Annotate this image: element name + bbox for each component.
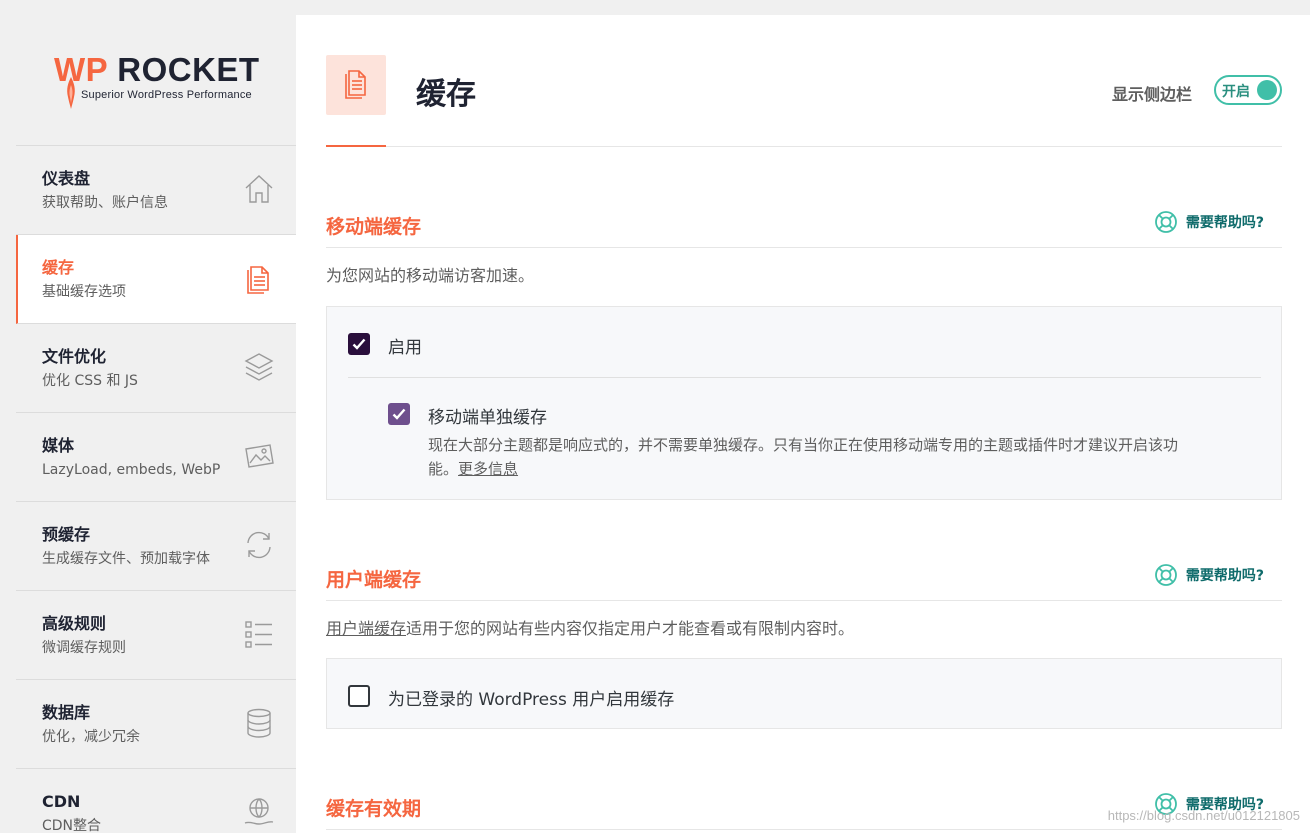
- check-icon: [392, 408, 406, 420]
- description-line: 能。更多信息: [428, 457, 1248, 481]
- watermark: https://blog.csdn.net/u012121805: [1107, 808, 1300, 823]
- document-icon: [247, 266, 269, 294]
- database-icon: [247, 708, 271, 738]
- sidebar-toggle-label: 显示侧边栏: [1111, 85, 1192, 104]
- user-cache-term-link[interactable]: 用户端缓存: [326, 619, 406, 638]
- logo-tagline: Superior WordPress Performance: [81, 89, 252, 101]
- rocket-flame-icon: [67, 77, 75, 109]
- main-panel: 缓存 显示侧边栏 开启 移动端缓存 需要帮助吗? 为您网站的移动端访客加速。 启…: [296, 15, 1310, 833]
- help-link[interactable]: 需要帮助吗?: [1154, 563, 1264, 587]
- separate-mobile-cache-label: 移动端单独缓存: [428, 408, 547, 428]
- section-mobile-cache-header: 移动端缓存 需要帮助吗?: [326, 208, 1282, 248]
- sidebar-item-cdn[interactable]: CDN CDN整合: [16, 769, 296, 833]
- section-user-cache-header: 用户端缓存 需要帮助吗?: [326, 561, 1282, 601]
- sidebar-item-database[interactable]: 数据库 优化，减少冗余: [16, 680, 296, 769]
- divider: [348, 377, 1261, 378]
- description-text: 能。: [428, 460, 459, 478]
- lifebuoy-icon: [1154, 564, 1177, 586]
- sidebar-item-media[interactable]: 媒体 LazyLoad, embeds, WebP: [16, 413, 296, 502]
- sidebar-item-dashboard[interactable]: 仪表盘 获取帮助、账户信息: [16, 146, 296, 235]
- section-title: 用户端缓存: [326, 569, 422, 591]
- page-header: 缓存 显示侧边栏 开启: [326, 55, 1282, 147]
- toggle-knob: [1257, 80, 1277, 100]
- help-link-text: 需要帮助吗?: [1185, 215, 1264, 231]
- section-title: 移动端缓存: [326, 216, 422, 238]
- mobile-cache-fieldset: 启用 移动端单独缓存 现在大部分主题都是响应式的，并不需要单独缓存。只有当你正在…: [326, 306, 1282, 500]
- description-text: 适用于您的网站有些内容仅指定用户才能查看或有限制内容时。: [406, 619, 855, 638]
- list-icon: [245, 621, 272, 648]
- section-description: 用户端缓存适用于您的网站有些内容仅指定用户才能查看或有限制内容时。: [326, 615, 854, 639]
- refresh-icon: [247, 531, 271, 559]
- toggle-state-text: 开启: [1222, 84, 1250, 100]
- page-icon-underline: [326, 145, 386, 147]
- separate-mobile-cache-checkbox[interactable]: [388, 403, 410, 425]
- logged-in-user-cache-label: 为已登录的 WordPress 用户启用缓存: [388, 690, 675, 710]
- sidebar: WP ROCKET Superior WordPress Performance…: [16, 15, 296, 833]
- sidebar-item-cache[interactable]: 缓存 基础缓存选项: [16, 235, 296, 324]
- page-icon-box: [326, 55, 386, 115]
- sidebar-item-advanced-rules[interactable]: 高级规则 微调缓存规则: [16, 591, 296, 680]
- enable-mobile-cache-label: 启用: [388, 338, 422, 358]
- user-cache-fieldset: 为已登录的 WordPress 用户启用缓存: [326, 658, 1282, 729]
- help-link[interactable]: 需要帮助吗?: [1154, 210, 1264, 234]
- document-icon: [345, 70, 366, 99]
- separate-mobile-cache-description: 现在大部分主题都是响应式的，并不需要单独缓存。只有当你正在使用移动端专用的主题或…: [428, 433, 1248, 481]
- more-info-link[interactable]: 更多信息: [458, 460, 518, 478]
- globe-hand-icon: [244, 798, 274, 825]
- logo-wordmark: WP ROCKET: [54, 51, 260, 88]
- page-title: 缓存: [416, 77, 476, 112]
- section-description: 为您网站的移动端访客加速。: [326, 266, 535, 285]
- home-icon: [245, 175, 273, 203]
- description-line: 现在大部分主题都是响应式的，并不需要单独缓存。只有当你正在使用移动端专用的主题或…: [428, 436, 1179, 454]
- section-title: 缓存有效期: [326, 798, 422, 820]
- logo[interactable]: WP ROCKET Superior WordPress Performance: [16, 15, 296, 146]
- enable-mobile-cache-checkbox[interactable]: [348, 333, 370, 355]
- logged-in-user-cache-checkbox[interactable]: [348, 685, 370, 707]
- help-link-text: 需要帮助吗?: [1185, 568, 1264, 584]
- lifebuoy-icon: [1154, 211, 1177, 233]
- sidebar-item-file-optimization[interactable]: 文件优化 优化 CSS 和 JS: [16, 324, 296, 413]
- layers-icon: [244, 353, 274, 381]
- sidebar-item-preload[interactable]: 预缓存 生成缓存文件、预加载字体: [16, 502, 296, 591]
- image-icon: [245, 444, 274, 468]
- sidebar-toggle[interactable]: 开启: [1214, 75, 1282, 105]
- check-icon: [352, 338, 366, 350]
